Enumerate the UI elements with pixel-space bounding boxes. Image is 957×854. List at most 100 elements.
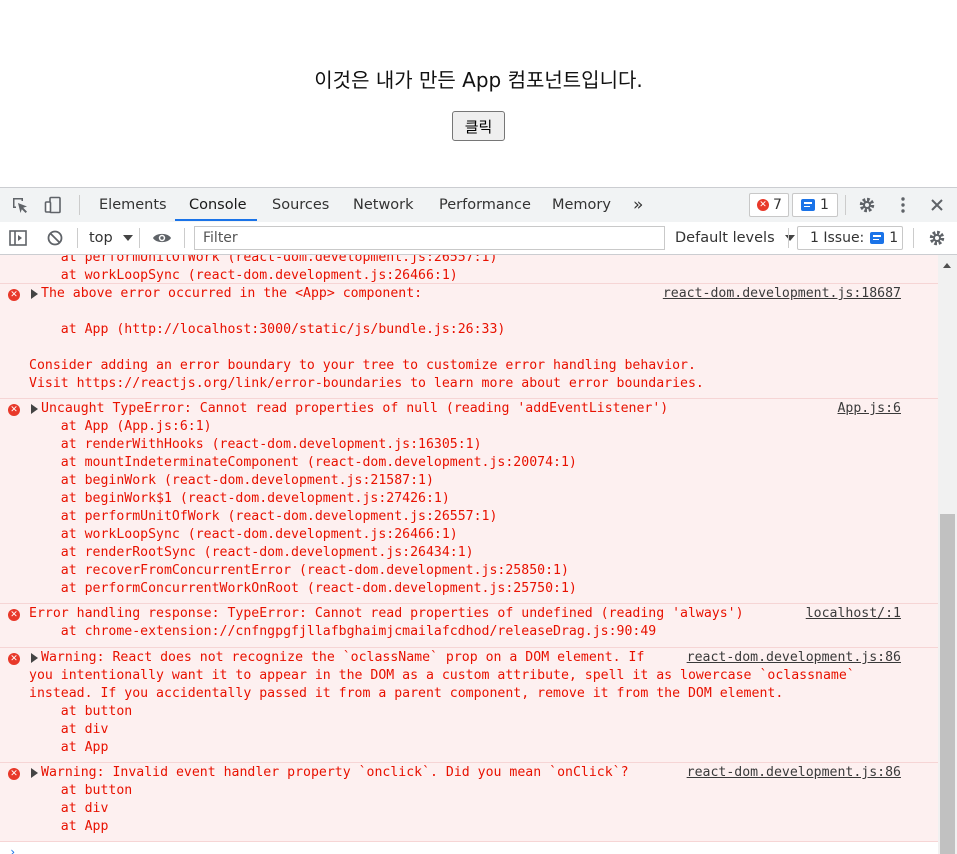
context-selector[interactable]: top: [89, 222, 134, 254]
console-scrollbar[interactable]: [938, 255, 957, 854]
issues-label: 1 Issue:: [810, 230, 865, 246]
filter-field[interactable]: [194, 226, 665, 250]
tab-memory[interactable]: Memory: [552, 188, 611, 222]
stack-line[interactable]: at mountIndeterminateComponent (react-do…: [29, 454, 577, 472]
expand-triangle-icon[interactable]: [31, 404, 38, 414]
toolbar-divider: [139, 228, 140, 248]
message-text: Error handling response: TypeError: Cann…: [29, 606, 744, 621]
console-settings-gear-icon[interactable]: [926, 227, 948, 249]
log-levels-label: Default levels: [675, 230, 775, 246]
chevron-down-icon: [785, 235, 796, 241]
stack-line[interactable]: at chrome-extension://cnfngpgfjllafbghai…: [29, 623, 656, 641]
error-icon: ✕: [8, 289, 20, 301]
stack-line[interactable]: at performUnitOfWork (react-dom.developm…: [29, 508, 498, 526]
source-link[interactable]: App.js:6: [837, 400, 901, 418]
device-toolbar-icon[interactable]: [42, 194, 64, 216]
stack-line[interactable]: at performConcurrentWorkOnRoot (react-do…: [29, 580, 577, 598]
error-icon: ✕: [8, 404, 20, 416]
console-error-message: ✕ Error handling response: TypeError: Ca…: [0, 604, 938, 648]
message-text: instead. If you accidentally passed it f…: [29, 686, 784, 701]
stack-line: at div: [29, 722, 109, 737]
stack-line[interactable]: at App (App.js:6:1): [29, 418, 212, 436]
console-toolbar: top Default levels 1 Issue: 1: [0, 222, 957, 255]
stack-line[interactable]: at renderRootSync (react-dom.development…: [29, 544, 474, 562]
message-text: The above error occurred in the <App> co…: [41, 286, 423, 301]
error-count: 7: [773, 197, 782, 213]
clear-console-icon[interactable]: [44, 227, 66, 249]
message-text: Uncaught TypeError: Cannot read properti…: [41, 401, 669, 416]
console-error-message: ✕ Uncaught TypeError: Cannot read proper…: [0, 399, 938, 604]
message-text: Warning: React does not recognize the `o…: [41, 650, 645, 665]
stack-line: at App: [29, 819, 109, 834]
toolbar-divider: [77, 228, 78, 248]
message-text: you intentionally want it to appear in t…: [29, 668, 855, 683]
source-link[interactable]: react-dom.development.js:18687: [663, 285, 901, 303]
stack-line[interactable]: at beginWork$1 (react-dom.development.js…: [29, 490, 450, 508]
message-icon: [801, 199, 815, 211]
devtools-panel: Elements Console Sources Network Perform…: [0, 187, 957, 854]
toolbar-divider: [845, 195, 846, 215]
stack-line[interactable]: at recoverFromConcurrentError (react-dom…: [29, 562, 569, 580]
context-value: top: [89, 230, 113, 246]
stack-line: at App: [29, 740, 109, 755]
stack-line[interactable]: at App (http://localhost:3000/static/js/…: [29, 321, 506, 339]
settings-gear-icon[interactable]: [856, 194, 878, 216]
expand-triangle-icon[interactable]: [31, 768, 38, 778]
more-tabs-icon[interactable]: »: [633, 188, 643, 222]
tab-sources[interactable]: Sources: [272, 188, 329, 222]
toolbar-divider: [913, 228, 914, 248]
error-icon: ✕: [8, 768, 20, 780]
expand-triangle-icon[interactable]: [31, 289, 38, 299]
message-count-badge[interactable]: 1: [792, 193, 838, 217]
expand-triangle-icon[interactable]: [31, 653, 38, 663]
stack-line[interactable]: at beginWork (react-dom.development.js:2…: [29, 472, 434, 490]
issues-button[interactable]: 1 Issue: 1: [797, 226, 903, 250]
error-icon: ✕: [8, 653, 20, 665]
sidebar-toggle-icon[interactable]: [7, 227, 29, 249]
tab-network[interactable]: Network: [353, 188, 414, 222]
close-icon[interactable]: [926, 194, 948, 216]
stack-line: at workLoopSync (react-dom.development.j…: [29, 268, 458, 283]
message-text[interactable]: Visit https://reactjs.org/link/error-bou…: [29, 375, 704, 393]
toolbar-divider: [79, 195, 80, 215]
filter-input[interactable]: [201, 227, 665, 249]
toolbar-divider: [788, 228, 789, 248]
stack-line: at div: [29, 801, 109, 816]
console-message-partial: at performUnitOfWork (react-dom.developm…: [0, 255, 938, 284]
scrollbar-thumb[interactable]: [940, 514, 955, 854]
toolbar-divider: [184, 228, 185, 248]
app-page: 이것은 내가 만든 App 컴포넌트입니다. 클릭: [0, 0, 957, 187]
issues-count: 1: [889, 230, 899, 246]
click-button[interactable]: 클릭: [452, 111, 505, 141]
stack-line[interactable]: at workLoopSync (react-dom.development.j…: [29, 526, 458, 544]
scroll-up-arrow-icon[interactable]: [943, 263, 951, 268]
stack-line: at performUnitOfWork (react-dom.developm…: [29, 255, 498, 265]
more-options-icon[interactable]: [892, 194, 914, 216]
error-badge-icon: ✕: [757, 199, 769, 211]
stack-line: at button: [29, 783, 133, 798]
tab-elements[interactable]: Elements: [99, 188, 167, 222]
active-tab-indicator: [175, 219, 257, 221]
inspect-element-icon[interactable]: [9, 194, 31, 216]
devtools-tab-bar: Elements Console Sources Network Perform…: [0, 188, 957, 223]
page-title: 이것은 내가 만든 App 컴포넌트입니다.: [314, 68, 643, 92]
log-levels-dropdown[interactable]: Default levels: [675, 222, 796, 254]
console-error-message: ✕ The above error occurred in the <App> …: [0, 284, 938, 399]
message-text: Warning: Invalid event handler property …: [41, 765, 629, 780]
chevron-down-icon: [123, 235, 134, 241]
source-link[interactable]: react-dom.development.js:86: [687, 764, 901, 782]
stack-line[interactable]: at renderWithHooks (react-dom.developmen…: [29, 436, 482, 454]
tab-console[interactable]: Console: [189, 188, 247, 222]
tab-performance[interactable]: Performance: [439, 188, 531, 222]
error-count-badge[interactable]: ✕ 7: [749, 193, 789, 217]
error-icon: ✕: [8, 609, 20, 621]
source-link[interactable]: localhost/:1: [806, 605, 901, 623]
message-count: 1: [820, 197, 829, 213]
message-text: Consider adding an error boundary to you…: [29, 358, 696, 373]
issues-message-icon: [870, 232, 885, 244]
console-output: at performUnitOfWork (react-dom.developm…: [0, 255, 938, 854]
source-link[interactable]: react-dom.development.js:86: [687, 649, 901, 667]
live-expression-eye-icon[interactable]: [151, 227, 173, 249]
stack-line: at button: [29, 704, 133, 719]
console-warning-message: ✕ Warning: Invalid event handler propert…: [0, 763, 938, 842]
